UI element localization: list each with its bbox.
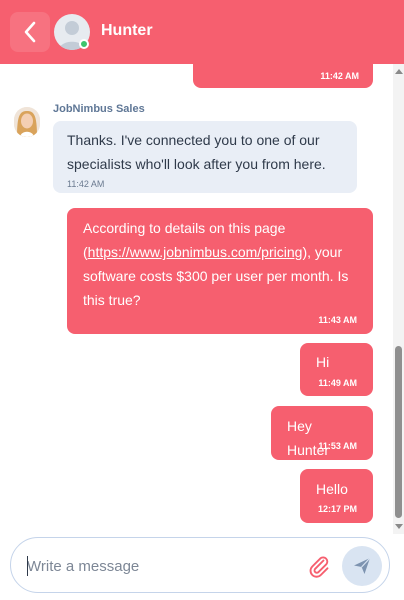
message-bubble-outgoing: Hey Hunter 11:53 AM — [271, 406, 373, 460]
paperclip-icon — [309, 556, 329, 578]
message-bubble-outgoing: Hi 11:49 AM — [300, 343, 373, 396]
message-input[interactable] — [27, 555, 287, 577]
contact-name: Hunter — [101, 22, 153, 39]
text-caret — [27, 556, 28, 576]
online-status-dot — [79, 39, 89, 49]
message-text: Hello — [316, 481, 348, 497]
message-text-line: specialists who'll look after you from h… — [67, 156, 326, 172]
message-timestamp: 11:42 AM — [320, 71, 359, 81]
chevron-left-icon — [24, 21, 36, 43]
message-text-line: (https://www.jobnimbus.com/pricing), you… — [83, 240, 357, 264]
scroll-up-arrow-icon[interactable] — [395, 69, 403, 74]
message-timestamp: 11:43 AM — [318, 315, 357, 325]
message-bubble-incoming: Thanks. I've connected you to one of our… — [53, 121, 357, 193]
message-text-line: software costs $300 per user per month. … — [83, 268, 349, 284]
message-timestamp: 11:42 AM — [67, 179, 105, 189]
scrollbar-thumb[interactable] — [395, 346, 402, 518]
message-thread[interactable]: 11:42 AM JobNimbus Sales Thanks. I've co… — [0, 64, 392, 532]
chat-header: Hunter — [0, 0, 404, 64]
message-bubble-outgoing: 11:42 AM — [193, 64, 373, 88]
message-bubble-outgoing: Hello 12:17 PM — [300, 469, 373, 523]
send-button[interactable] — [342, 546, 382, 586]
message-text: Hi — [316, 354, 330, 370]
message-text-line: Thanks. I've connected you to one of our — [67, 132, 320, 148]
link-suffix: ), your — [302, 244, 343, 260]
thread-scrollbar[interactable] — [393, 64, 404, 534]
message-bubble-outgoing: According to details on this page (https… — [67, 208, 373, 334]
sender-name: JobNimbus Sales — [53, 103, 145, 115]
message-text: Hey Hunter — [287, 418, 330, 458]
send-icon — [354, 557, 371, 574]
message-text-line: this true? — [83, 292, 141, 308]
message-text-line: According to details on this page — [83, 220, 286, 236]
message-composer — [10, 537, 390, 593]
agent-avatar — [14, 107, 40, 137]
scroll-down-arrow-icon[interactable] — [395, 524, 403, 529]
pricing-link[interactable]: https://www.jobnimbus.com/pricing — [88, 244, 303, 260]
agent-photo-icon — [14, 107, 40, 137]
message-timestamp: 11:49 AM — [318, 378, 357, 388]
attach-button[interactable] — [307, 554, 331, 578]
back-button[interactable] — [10, 12, 50, 52]
message-timestamp: 11:53 AM — [318, 441, 357, 451]
message-timestamp: 12:17 PM — [317, 504, 357, 514]
